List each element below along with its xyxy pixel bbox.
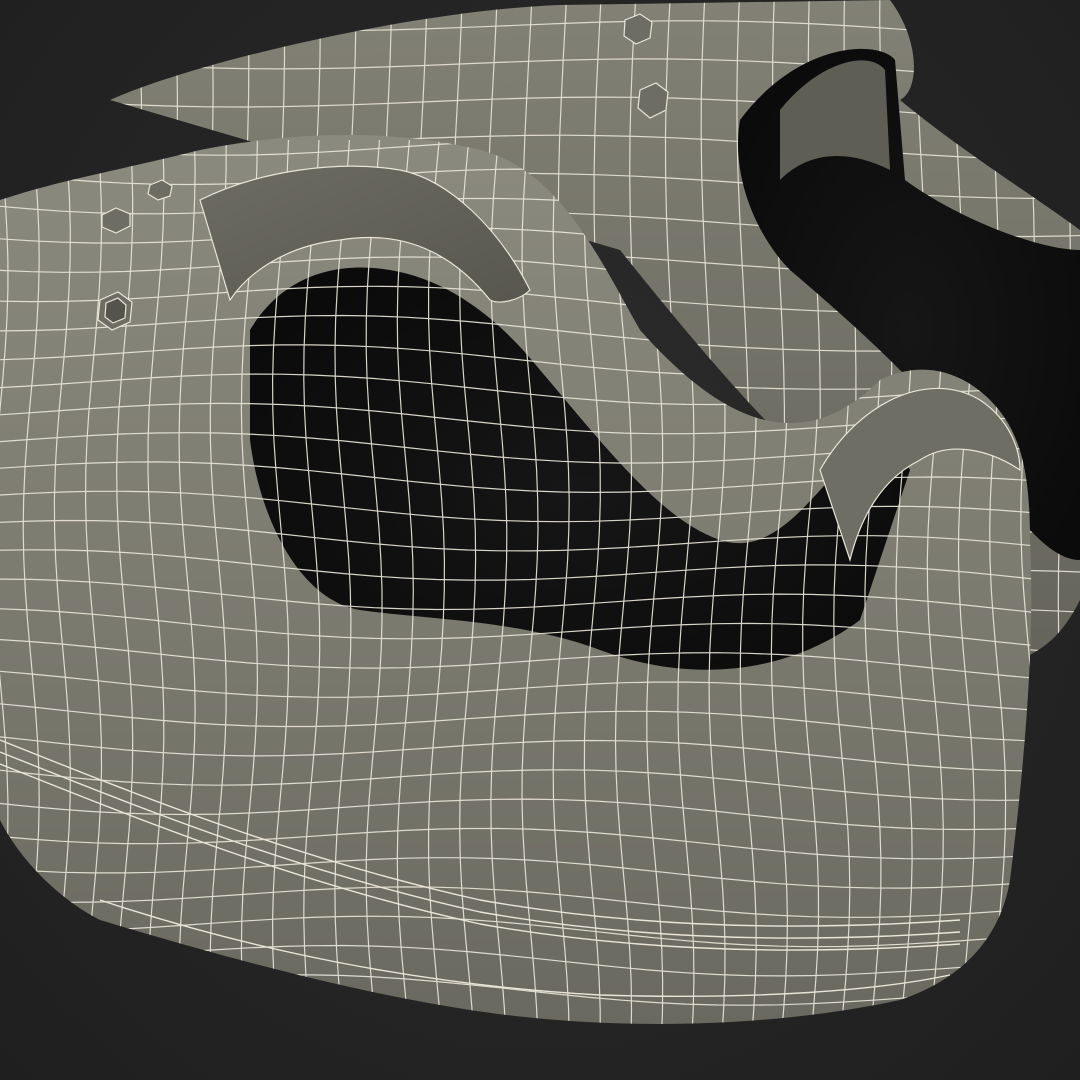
wireframe-shoe-render: [0, 0, 1080, 1024]
render-viewport: [0, 0, 1080, 1080]
eyelet-icon: [623, 13, 653, 45]
